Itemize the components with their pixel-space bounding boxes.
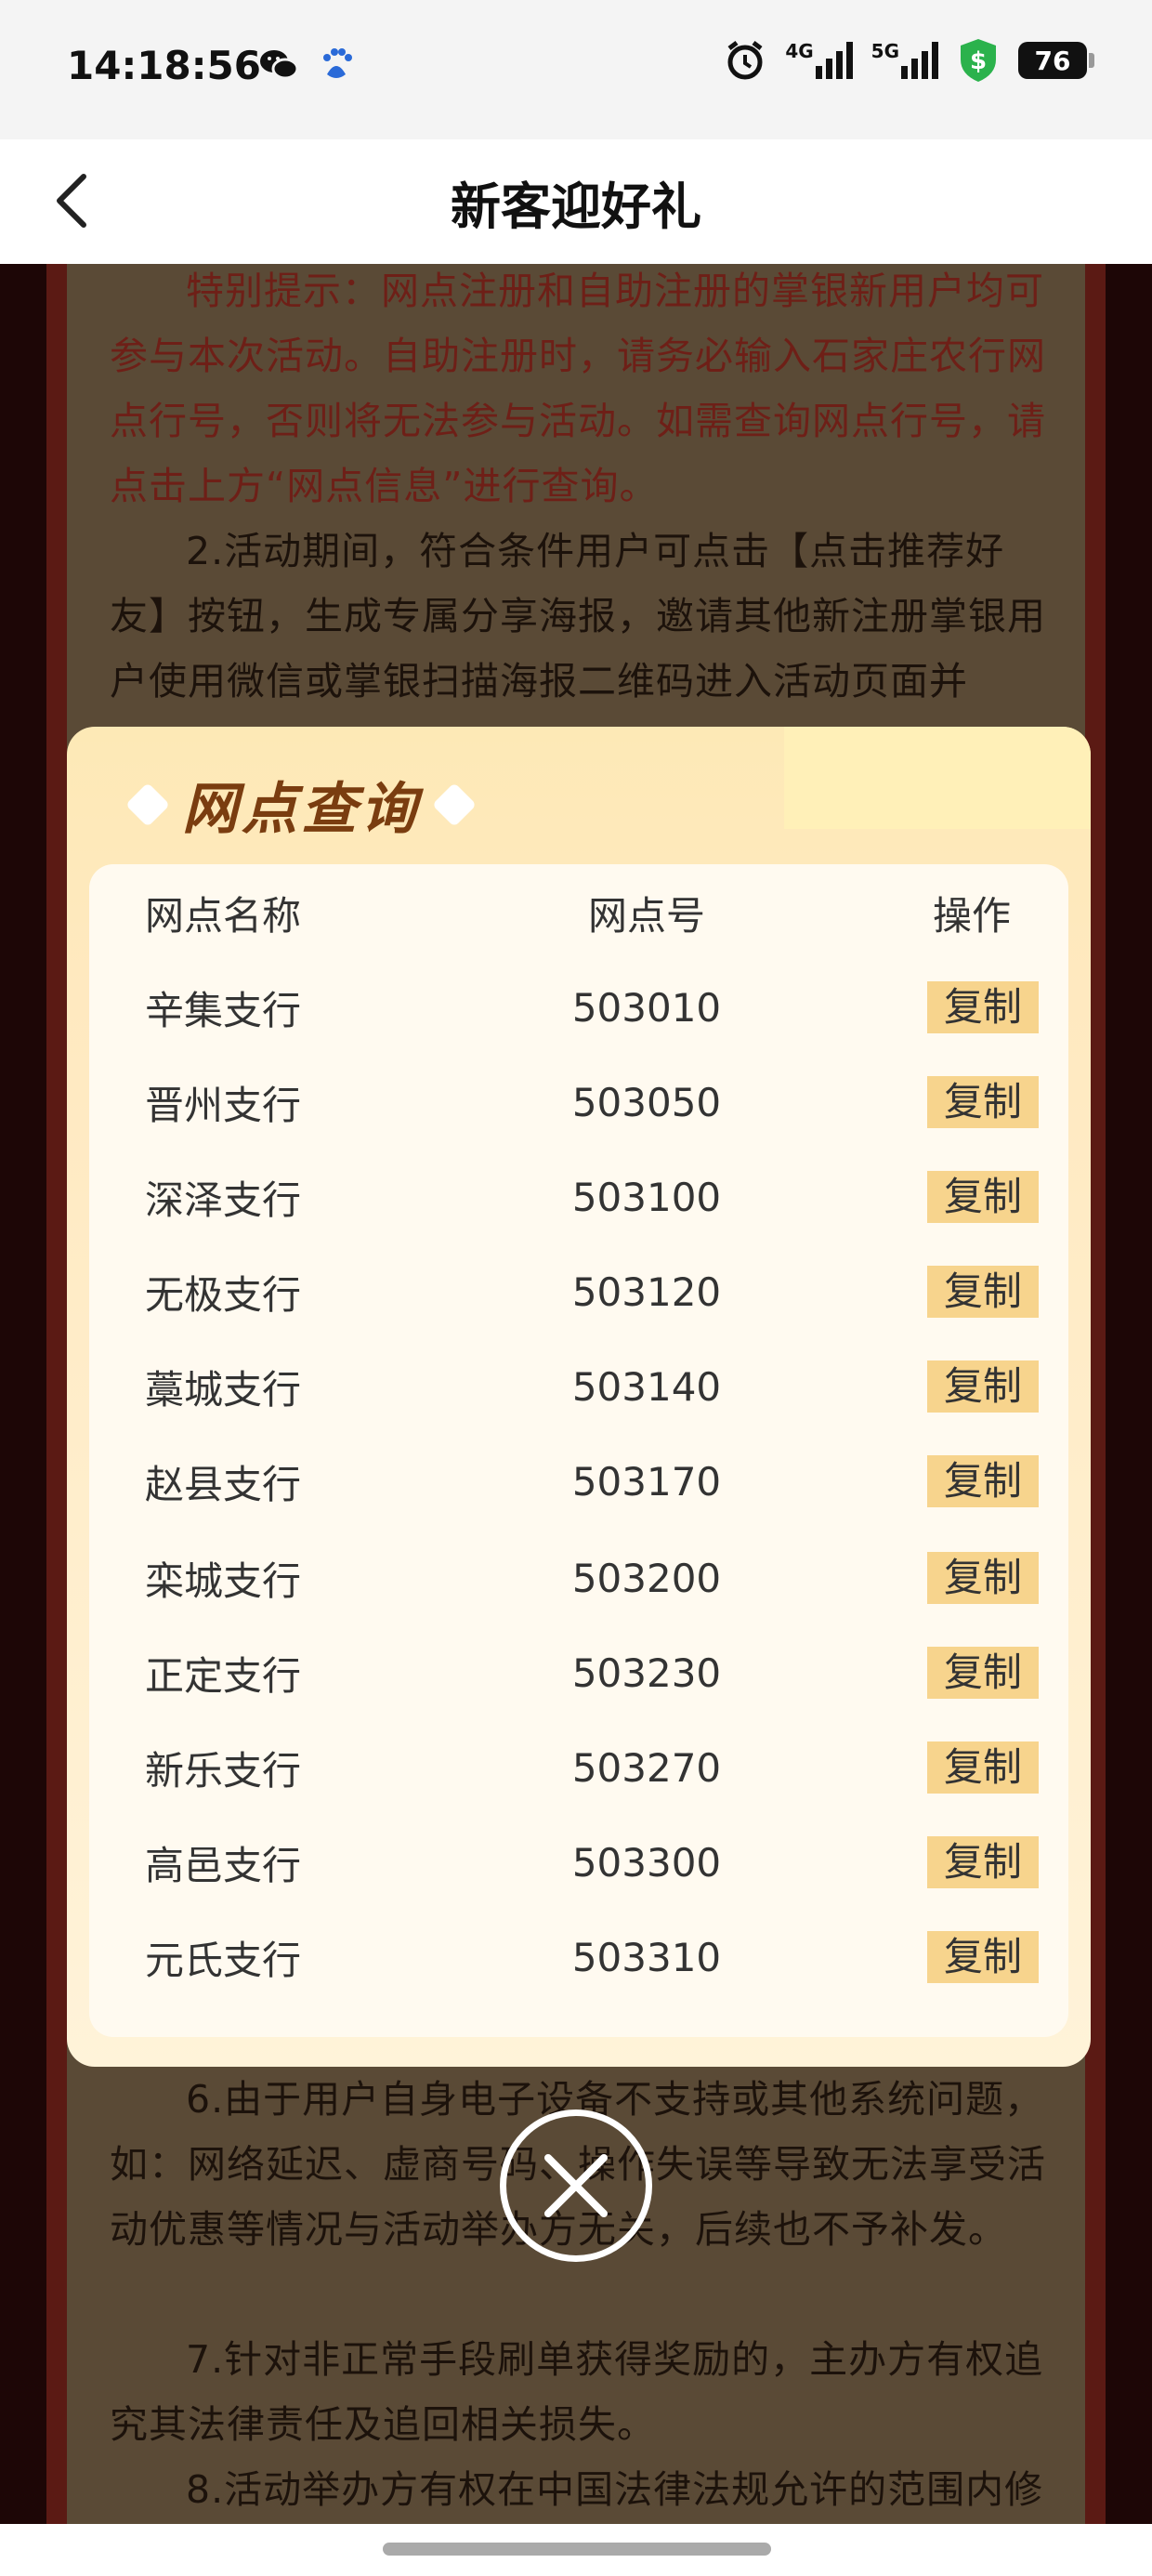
wechat-icon [260, 50, 299, 80]
branch-code: 503120 [571, 1268, 722, 1315]
branch-name: 无极支行 [145, 1271, 302, 1318]
branch-name: 正定支行 [145, 1652, 302, 1699]
branch-name: 晋州支行 [145, 1082, 302, 1128]
branch-code: 503050 [571, 1079, 722, 1125]
table-row: 藁城支行 503140 复制 [89, 1359, 1068, 1414]
branch-name: 元氏支行 [145, 1937, 302, 1983]
branch-code: 503170 [571, 1458, 722, 1505]
page-title: 新客迎好礼 [451, 177, 701, 236]
battery-indicator: 76 [1018, 42, 1094, 79]
app-header: 新客迎好礼 [0, 139, 1152, 264]
status-bar: 14:18:56 4G 5G $ 76 [0, 0, 1152, 139]
copy-button[interactable]: 复制 [927, 1171, 1039, 1223]
table-row: 栾城支行 503200 复制 [89, 1550, 1068, 1606]
branch-code: 503200 [571, 1555, 722, 1601]
branch-code: 503300 [571, 1839, 722, 1886]
branch-code: 503100 [571, 1174, 722, 1220]
diamond-icon [124, 782, 171, 827]
branch-code: 503270 [571, 1744, 722, 1791]
table-row: 元氏支行 503310 复制 [89, 1929, 1068, 1985]
status-time: 14:18:56 [67, 43, 261, 88]
header-operation: 操作 [933, 892, 1012, 939]
branch-code: 503010 [571, 984, 722, 1031]
shield-icon: $ [961, 39, 996, 82]
branch-code: 503230 [571, 1649, 722, 1696]
copy-button[interactable]: 复制 [927, 1360, 1039, 1413]
net-label-5g: 5G [871, 40, 899, 62]
article-paragraph-7: 7.针对非正常手段刷单获得奖励的，主办方有权追究其法律责任及追回相关损失。 [110, 2337, 1044, 2447]
table-row: 辛集支行 503010 复制 [89, 979, 1068, 1035]
signal-4g-icon [815, 42, 853, 79]
copy-button[interactable]: 复制 [927, 1552, 1039, 1604]
branch-name: 新乐支行 [145, 1747, 302, 1794]
copy-button[interactable]: 复制 [927, 1931, 1039, 1983]
close-modal-button[interactable] [500, 2109, 652, 2262]
branch-name: 高邑支行 [145, 1842, 302, 1888]
status-right: 4G 5G $ 76 [724, 37, 1094, 84]
copy-button[interactable]: 复制 [927, 981, 1039, 1033]
branch-name: 赵县支行 [145, 1461, 302, 1507]
header-branch-name: 网点名称 [145, 892, 302, 939]
modal-tab-decoration [784, 727, 1091, 829]
baidu-icon [323, 48, 352, 78]
copy-button[interactable]: 复制 [927, 1836, 1039, 1888]
branch-code: 503310 [571, 1934, 722, 1980]
branch-query-modal: 网点查询 网点名称 网点号 操作 辛集支行 503010 复制 晋州支行 503… [67, 727, 1091, 2067]
branch-name: 深泽支行 [145, 1176, 302, 1223]
home-indicator[interactable] [383, 2543, 771, 2556]
copy-button[interactable]: 复制 [927, 1266, 1039, 1318]
table-row: 深泽支行 503100 复制 [89, 1169, 1068, 1225]
modal-title: 网点查询 [182, 777, 420, 842]
copy-button[interactable]: 复制 [927, 1455, 1039, 1507]
table-row: 高邑支行 503300 复制 [89, 1834, 1068, 1890]
header-branch-code: 网点号 [587, 892, 705, 939]
status-left-icons [258, 46, 353, 84]
article-paragraph-2: 2.活动期间，符合条件用户可点击【点击推荐好友】按钮，生成专属分享海报，邀请其他… [110, 529, 1046, 703]
close-icon [544, 2154, 608, 2217]
branch-name: 辛集支行 [145, 987, 302, 1033]
system-nav-bar [0, 2524, 1152, 2576]
table-row: 新乐支行 503270 复制 [89, 1740, 1068, 1795]
table-header: 网点名称 网点号 操作 [89, 885, 1068, 940]
table-row: 赵县支行 503170 复制 [89, 1453, 1068, 1509]
article-paragraph-8: 8.活动举办方有权在中国法律法规允许的范围内修 [186, 2467, 1044, 2512]
modal-title-wrap: 网点查询 [124, 764, 478, 845]
branch-code: 503140 [571, 1363, 722, 1410]
alarm-icon [727, 41, 763, 80]
branch-name: 栾城支行 [145, 1557, 302, 1604]
table-row: 正定支行 503230 复制 [89, 1645, 1068, 1701]
copy-button[interactable]: 复制 [927, 1647, 1039, 1699]
svg-text:$: $ [970, 47, 987, 75]
signal-5g-icon [901, 42, 938, 79]
branch-name: 藁城支行 [145, 1366, 302, 1413]
diamond-icon [431, 782, 478, 827]
branch-table: 网点名称 网点号 操作 辛集支行 503010 复制 晋州支行 503050 复… [89, 864, 1068, 2037]
copy-button[interactable]: 复制 [927, 1741, 1039, 1794]
article-notice: 特别提示：网点注册和自助注册的掌银新用户均可参与本次活动。自助注册时，请务必输入… [110, 269, 1046, 508]
table-row: 晋州支行 503050 复制 [89, 1074, 1068, 1130]
copy-button[interactable]: 复制 [927, 1076, 1039, 1128]
net-label-4g: 4G [785, 40, 814, 62]
table-row: 无极支行 503120 复制 [89, 1264, 1068, 1320]
